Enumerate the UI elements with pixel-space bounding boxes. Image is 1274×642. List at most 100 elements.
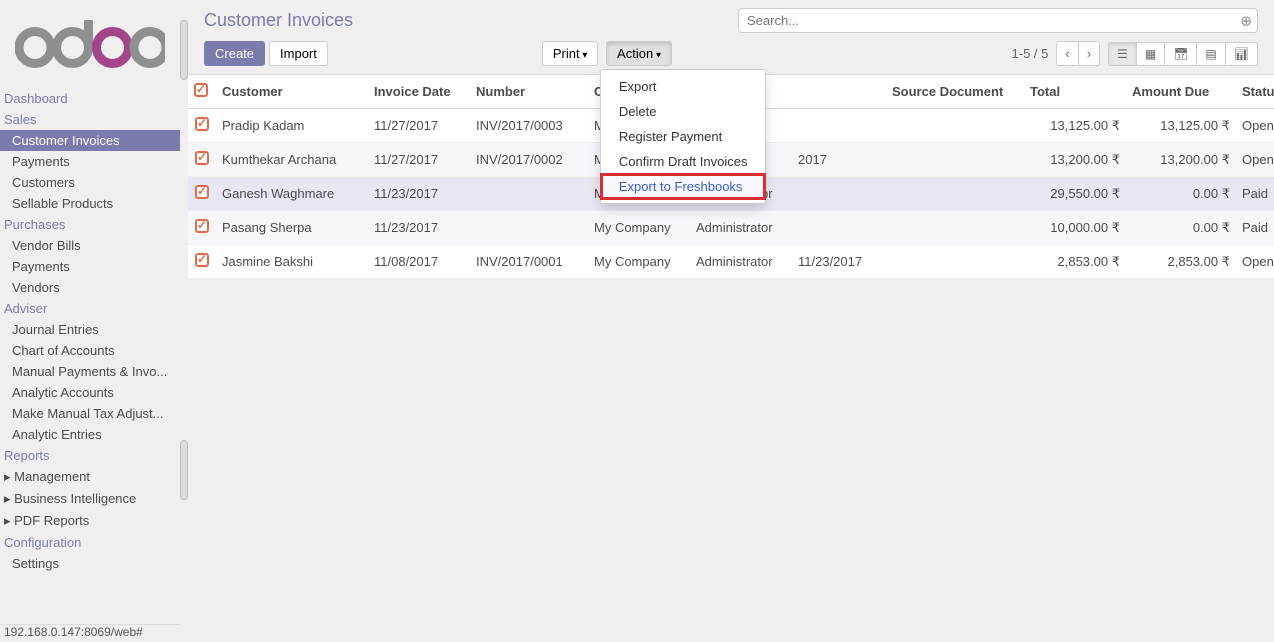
nav-item[interactable]: ▸ PDF Reports <box>0 510 180 532</box>
action-button[interactable]: Action <box>606 41 672 66</box>
cell-status: Open <box>1236 245 1274 279</box>
pager-text[interactable]: 1-5 / 5 <box>1012 46 1049 61</box>
nav-header[interactable]: Sales <box>0 109 180 130</box>
row-checkbox[interactable] <box>188 245 216 279</box>
cell-amount-due: 13,200.00 ₹ <box>1126 143 1236 177</box>
nav-header[interactable]: Reports <box>0 445 180 466</box>
resize-handle[interactable] <box>180 440 188 500</box>
nav-item[interactable]: Payments <box>0 256 180 277</box>
cell-source <box>886 109 1024 143</box>
cell-amount-due: 0.00 ₹ <box>1126 211 1236 245</box>
create-button[interactable]: Create <box>204 41 265 66</box>
nav-item[interactable]: Settings <box>0 553 180 574</box>
cell-number <box>470 211 588 245</box>
row-checkbox[interactable] <box>188 211 216 245</box>
cell-status: Open <box>1236 143 1274 177</box>
nav-item[interactable]: Analytic Entries <box>0 424 180 445</box>
cell-company: My Company <box>588 211 690 245</box>
cell-invoice-date: 11/08/2017 <box>368 245 470 279</box>
select-all[interactable] <box>188 75 216 109</box>
nav-item[interactable]: Payments <box>0 151 180 172</box>
nav-item[interactable]: Vendors <box>0 277 180 298</box>
cell-total: 13,200.00 ₹ <box>1024 143 1126 177</box>
sidebar: DashboardSalesCustomer InvoicesPaymentsC… <box>0 0 180 625</box>
cell-number: INV/2017/0003 <box>470 109 588 143</box>
cell-company: My Company <box>588 245 690 279</box>
toolbar-center: Print Action ExportDeleteRegister Paymen… <box>542 41 676 66</box>
row-checkbox[interactable] <box>188 109 216 143</box>
cell-amount-due: 0.00 ₹ <box>1126 177 1236 211</box>
view-graph-icon[interactable]: 📊︎ <box>1226 43 1257 65</box>
view-switcher: ☰ ▦ 📅︎ ▤ 📊︎ <box>1108 42 1258 66</box>
cell-salesperson: Administrator <box>690 211 792 245</box>
nav-header[interactable]: Configuration <box>0 532 180 553</box>
nav-item[interactable]: Sellable Products <box>0 193 180 214</box>
table-row[interactable]: Jasmine Bakshi 11/08/2017 INV/2017/0001 … <box>188 245 1274 279</box>
resize-handle[interactable] <box>180 20 188 80</box>
view-list-icon[interactable]: ☰ <box>1109 43 1137 65</box>
view-kanban-icon[interactable]: ▦ <box>1137 43 1165 65</box>
col-invoice-date[interactable]: Invoice Date <box>368 75 470 109</box>
action-menu-item[interactable]: Register Payment <box>601 124 766 149</box>
col-source[interactable]: Source Document <box>886 75 1024 109</box>
cell-due-date: 2017 <box>792 143 886 177</box>
cell-source <box>886 211 1024 245</box>
search-input[interactable] <box>738 8 1258 33</box>
col-amount-due[interactable]: Amount Due <box>1126 75 1236 109</box>
cell-customer: Pasang Sherpa <box>216 211 368 245</box>
nav-header[interactable]: Purchases <box>0 214 180 235</box>
row-checkbox[interactable] <box>188 143 216 177</box>
cell-due-date <box>792 109 886 143</box>
page-title: Customer Invoices <box>204 10 353 31</box>
col-due-date[interactable] <box>792 75 886 109</box>
cell-invoice-date: 11/23/2017 <box>368 211 470 245</box>
col-status[interactable]: Status <box>1236 75 1274 109</box>
nav-item[interactable]: Journal Entries <box>0 319 180 340</box>
row-checkbox[interactable] <box>188 177 216 211</box>
cell-status: Paid <box>1236 177 1274 211</box>
action-dropdown: ExportDeleteRegister PaymentConfirm Draf… <box>600 69 767 204</box>
cell-number: INV/2017/0002 <box>470 143 588 177</box>
nav-item[interactable]: Vendor Bills <box>0 235 180 256</box>
nav-item[interactable]: ▸ Management <box>0 466 180 488</box>
search-icon[interactable]: ⊕ <box>1240 12 1252 29</box>
cell-invoice-date: 11/27/2017 <box>368 143 470 177</box>
search-area: ⊕ <box>738 8 1258 33</box>
control-panel: Customer Invoices ⊕ Create Import Print … <box>188 0 1274 75</box>
nav-header[interactable]: Adviser <box>0 298 180 319</box>
col-total[interactable]: Total <box>1024 75 1126 109</box>
action-menu-item[interactable]: Export <box>601 74 766 99</box>
cell-customer: Ganesh Waghmare <box>216 177 368 211</box>
status-bar: 192.168.0.147:8069/web# <box>0 624 180 642</box>
cell-source <box>886 245 1024 279</box>
pager-next[interactable]: › <box>1079 42 1099 65</box>
print-button[interactable]: Print <box>542 41 599 66</box>
nav-item[interactable]: Analytic Accounts <box>0 382 180 403</box>
cell-amount-due: 2,853.00 ₹ <box>1126 245 1236 279</box>
nav-item[interactable]: Make Manual Tax Adjust... <box>0 403 180 424</box>
table-row[interactable]: Pasang Sherpa 11/23/2017 My Company Admi… <box>188 211 1274 245</box>
nav-item[interactable]: Manual Payments & Invo... <box>0 361 180 382</box>
cell-status: Open <box>1236 109 1274 143</box>
nav-item[interactable]: Chart of Accounts <box>0 340 180 361</box>
action-menu-item[interactable]: Export to Freshbooks <box>601 174 766 199</box>
cell-amount-due: 13,125.00 ₹ <box>1126 109 1236 143</box>
sidebar-nav: DashboardSalesCustomer InvoicesPaymentsC… <box>0 88 180 574</box>
cell-salesperson: Administrator <box>690 245 792 279</box>
nav-item[interactable]: Customer Invoices <box>0 130 180 151</box>
odoo-logo-icon <box>15 20 165 70</box>
view-pivot-icon[interactable]: ▤ <box>1197 43 1225 65</box>
view-calendar-icon[interactable]: 📅︎ <box>1165 43 1197 65</box>
cell-source <box>886 143 1024 177</box>
pager-prev[interactable]: ‹ <box>1057 42 1078 65</box>
col-number[interactable]: Number <box>470 75 588 109</box>
action-menu-item[interactable]: Confirm Draft Invoices <box>601 149 766 174</box>
import-button[interactable]: Import <box>269 41 328 66</box>
col-customer[interactable]: Customer <box>216 75 368 109</box>
nav-item[interactable]: ▸ Business Intelligence <box>0 488 180 510</box>
cell-number <box>470 177 588 211</box>
logo[interactable] <box>0 0 180 88</box>
nav-header[interactable]: Dashboard <box>0 88 180 109</box>
nav-item[interactable]: Customers <box>0 172 180 193</box>
action-menu-item[interactable]: Delete <box>601 99 766 124</box>
